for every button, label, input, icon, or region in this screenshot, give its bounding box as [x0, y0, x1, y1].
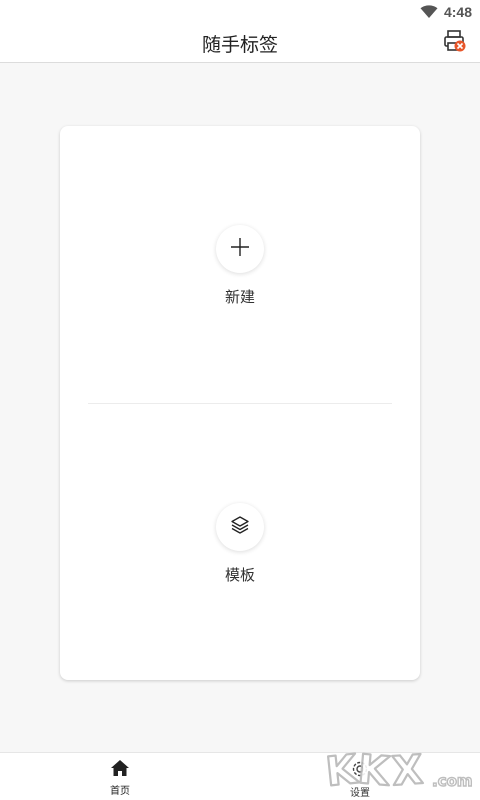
- nav-item-home[interactable]: 首页: [90, 759, 150, 797]
- page-title: 随手标签: [201, 34, 278, 56]
- app-bar: 随手标签: [0, 24, 480, 63]
- new-label-section[interactable]: 新建: [60, 126, 420, 403]
- nav-label-home: 首页: [110, 786, 130, 797]
- svg-text:K: K: [356, 747, 393, 796]
- plus-icon: [230, 237, 250, 261]
- main-card: 新建 模板: [60, 126, 420, 680]
- layers-icon: [230, 515, 250, 539]
- svg-text:X: X: [391, 747, 425, 795]
- wifi-icon: [420, 5, 438, 19]
- printer-error-icon: [443, 29, 467, 57]
- status-bar: 4:48: [0, 0, 480, 24]
- watermark-logo: K K X .com: [323, 740, 474, 796]
- status-time: 4:48: [443, 4, 472, 20]
- home-icon: [110, 759, 130, 781]
- printer-button[interactable]: [442, 30, 468, 56]
- template-label: 模板: [224, 566, 255, 584]
- svg-text:.com: .com: [432, 772, 473, 790]
- template-section[interactable]: 模板: [60, 404, 420, 681]
- template-button[interactable]: [216, 503, 264, 551]
- new-label: 新建: [224, 288, 255, 306]
- new-button[interactable]: [216, 225, 264, 273]
